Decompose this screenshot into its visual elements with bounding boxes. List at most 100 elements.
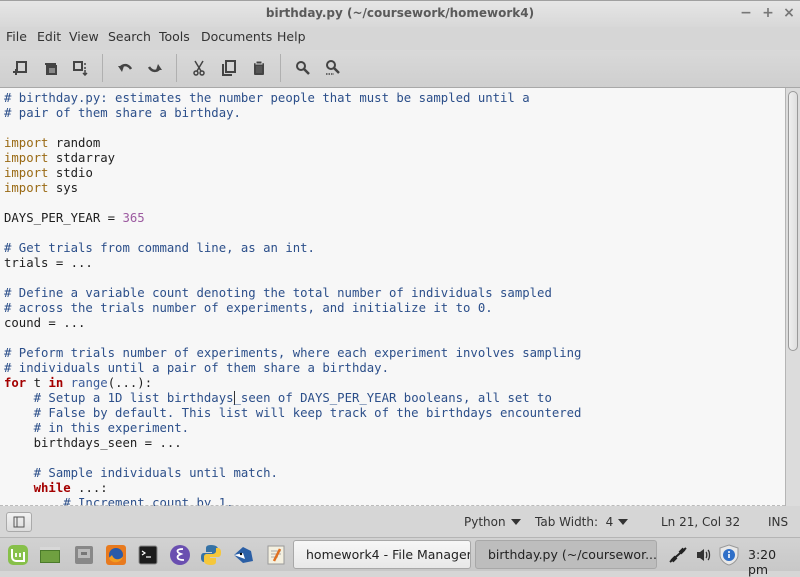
code-line: birthdays_seen = ... — [4, 436, 182, 450]
magnifier-icon — [296, 61, 310, 75]
text-editor-window: birthday.py (~/coursework/homework4) − +… — [0, 0, 800, 537]
paste-button[interactable] — [247, 57, 271, 79]
desktop-icon — [40, 547, 60, 563]
code-line: # pair of them share a birthday. — [4, 106, 241, 120]
task-file-manager[interactable]: homework4 - File Manager — [293, 540, 471, 569]
side-panel-toggle-button[interactable] — [6, 512, 32, 532]
chevron-down-icon — [510, 519, 521, 525]
copy-icon — [222, 60, 236, 76]
minimize-button[interactable]: − — [738, 5, 754, 21]
vertical-scrollbar[interactable] — [785, 88, 800, 506]
launcher-bluej[interactable] — [231, 543, 255, 567]
launcher-show-desktop[interactable] — [38, 543, 62, 567]
code-editor[interactable]: # birthday.py: estimates the number peop… — [0, 88, 785, 506]
update-shield-icon — [719, 544, 739, 566]
language-dropdown[interactable]: Python — [464, 515, 521, 529]
undo-button[interactable] — [113, 57, 137, 79]
drive-icon — [75, 546, 93, 564]
code-line: # Peform trials number of experiments, w… — [4, 346, 582, 360]
code-line: # Define a variable count denoting the t… — [4, 286, 552, 300]
chevron-down-icon — [618, 519, 629, 525]
terminal-icon — [138, 545, 158, 565]
launcher-menu[interactable] — [6, 543, 30, 567]
save-document-button[interactable] — [68, 57, 92, 79]
open-document-button[interactable] — [39, 57, 63, 79]
network-tray-button[interactable] — [668, 546, 688, 568]
network-icon — [669, 547, 687, 563]
import-module: sys — [55, 181, 79, 195]
side-panel-icon — [13, 516, 25, 528]
launcher-python[interactable] — [199, 543, 223, 567]
redo-button[interactable] — [143, 57, 167, 79]
task-text-editor[interactable]: birthday.py (~/coursewor... — [475, 540, 657, 569]
cursor-position: Ln 21, Col 32 — [661, 515, 741, 529]
menu-view[interactable]: View — [69, 29, 99, 44]
menu-tools[interactable]: Tools — [159, 29, 190, 44]
menu-documents[interactable]: Documents — [201, 29, 272, 44]
code-line: cound = ... — [4, 316, 86, 330]
cut-button[interactable] — [187, 57, 211, 79]
emacs-icon — [170, 545, 190, 565]
menu-bar: File Edit View Search Tools Documents He… — [0, 27, 800, 49]
tab-width-dropdown[interactable]: Tab Width: 4 — [535, 515, 629, 529]
find-button[interactable] — [291, 57, 315, 79]
code-line: trials = ... — [4, 256, 93, 270]
launcher-file-manager[interactable] — [72, 543, 96, 567]
insert-mode[interactable]: INS — [768, 515, 788, 529]
find-replace-button[interactable] — [321, 57, 345, 79]
code-line: # across the trials number of experiment… — [4, 301, 493, 315]
copy-button[interactable] — [217, 57, 241, 79]
title-bar[interactable]: birthday.py (~/coursework/homework4) − +… — [0, 0, 800, 27]
python-icon — [201, 545, 221, 565]
task-label: birthday.py (~/coursewor... — [488, 547, 657, 562]
volume-tray-button[interactable] — [695, 546, 713, 568]
import-module: stdarray — [55, 151, 116, 165]
clock[interactable]: 3:20 pm — [748, 547, 800, 577]
code-line: # Sample individuals until match. — [4, 466, 278, 480]
taskbar: homework4 - File Manager birthday.py (~/… — [0, 537, 800, 577]
redo-icon — [147, 64, 162, 73]
import-module: stdio — [55, 166, 93, 180]
maximize-button[interactable]: + — [760, 5, 776, 21]
code-text[interactable]: # birthday.py: estimates the number peop… — [4, 91, 581, 506]
tab-width-label: Tab Width: 4 — [535, 515, 614, 529]
scrollbar-thumb[interactable] — [788, 91, 798, 351]
language-label: Python — [464, 515, 506, 529]
code-line-with-cursor: # Setup a 1D list birthdays_seen of DAYS… — [4, 391, 552, 405]
close-button[interactable]: × — [781, 5, 797, 21]
launcher-terminal[interactable] — [136, 543, 160, 567]
new-document-icon — [13, 61, 27, 75]
update-manager-tray-button[interactable] — [719, 544, 739, 570]
menu-edit[interactable]: Edit — [37, 29, 61, 44]
open-document-icon — [45, 63, 57, 75]
task-label: homework4 - File Manager — [306, 547, 471, 562]
menu-file[interactable]: File — [6, 29, 27, 44]
scissors-icon — [193, 60, 205, 76]
code-line: # in this experiment. — [4, 421, 190, 435]
code-line: DAYS_PER_YEAR = — [4, 211, 123, 225]
code-line: # birthday.py: estimates the number peop… — [4, 91, 530, 105]
code-line: # Get trials from command line, as an in… — [4, 241, 315, 255]
launcher-firefox[interactable] — [104, 543, 128, 567]
code-line: # False by default. This list will keep … — [4, 406, 582, 420]
status-bar: Python Tab Width: 4 Ln 21, Col 32 INS — [0, 507, 800, 537]
toolbar — [0, 50, 800, 88]
import-module: random — [55, 136, 101, 150]
save-document-icon — [73, 61, 88, 76]
undo-icon — [118, 63, 133, 72]
clipboard-icon — [254, 60, 264, 75]
divider — [0, 505, 785, 506]
code-line: # individuals until a pair of them share… — [4, 361, 389, 375]
firefox-icon — [106, 545, 126, 565]
menu-help[interactable]: Help — [277, 29, 306, 44]
launcher-emacs[interactable] — [168, 543, 192, 567]
window-title: birthday.py (~/coursework/homework4) — [265, 6, 535, 20]
new-document-button[interactable] — [8, 57, 32, 79]
bluej-icon — [234, 547, 253, 563]
number-literal: 365 — [122, 211, 145, 225]
magnifier-replace-icon — [326, 60, 340, 75]
text-editor-icon — [267, 545, 285, 565]
launcher-text-editor[interactable] — [264, 543, 288, 567]
menu-search[interactable]: Search — [108, 29, 151, 44]
mint-menu-icon — [8, 545, 28, 565]
